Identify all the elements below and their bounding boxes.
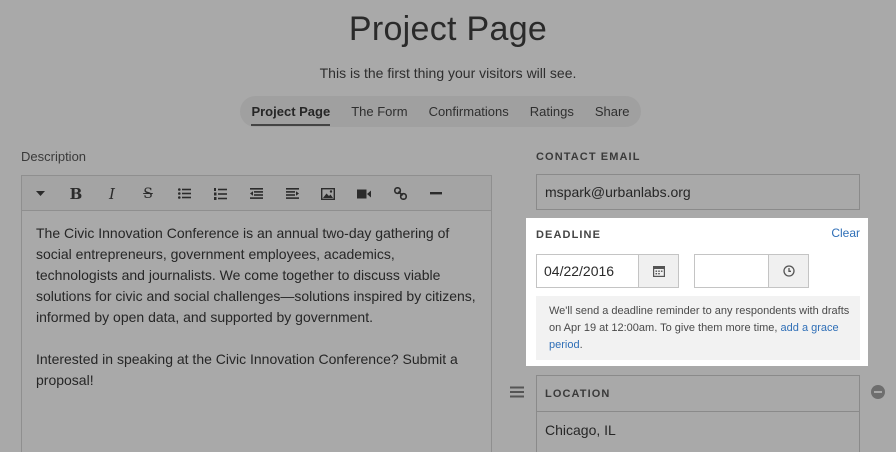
indent-icon[interactable] (279, 176, 305, 211)
page-subtitle: This is the first thing your visitors wi… (319, 65, 577, 81)
tab-the-form[interactable]: The Form (351, 104, 407, 120)
tab-ratings[interactable]: Ratings (530, 104, 574, 120)
numbered-list-icon[interactable] (207, 176, 233, 211)
location-field-group: LOCATION Chicago, IL (536, 375, 860, 452)
editor-content[interactable]: The Civic Innovation Conference is an an… (22, 211, 491, 391)
deadline-label: DEADLINE (536, 229, 602, 241)
location-label: LOCATION (545, 387, 611, 400)
video-icon[interactable] (351, 176, 377, 211)
clear-deadline-link[interactable]: Clear (831, 226, 860, 240)
calendar-icon[interactable] (638, 255, 678, 287)
page-title: Project Page (348, 10, 548, 48)
description-paragraph: Interested in speaking at the Civic Inno… (36, 351, 458, 388)
italic-icon[interactable]: I (99, 176, 125, 211)
tab-confirmations[interactable]: Confirmations (429, 104, 509, 120)
dropdown-caret-icon[interactable] (27, 176, 53, 211)
deadline-date-value[interactable]: 04/22/2016 (537, 255, 638, 287)
tab-share[interactable]: Share (595, 104, 630, 120)
description-editor: B I S The Civic Innovation Conference is… (21, 175, 492, 452)
deadline-reminder-notice: We'll send a deadline reminder to any re… (536, 296, 860, 360)
deadline-panel: DEADLINE Clear 04/22/2016 We'll send a d… (526, 218, 868, 366)
clock-icon[interactable] (768, 255, 808, 287)
deadline-time-field[interactable] (694, 254, 809, 288)
location-header: LOCATION (537, 376, 859, 412)
location-field[interactable]: Chicago, IL (537, 412, 859, 448)
image-icon[interactable] (315, 176, 341, 211)
deadline-time-value[interactable] (695, 255, 768, 287)
contact-email-field[interactable]: mspark@urbanlabs.org (536, 174, 860, 210)
remove-field-icon[interactable] (871, 385, 885, 399)
horizontal-rule-icon[interactable] (423, 176, 449, 211)
description-label: Description (21, 149, 87, 164)
description-paragraph: The Civic Innovation Conference is an an… (36, 225, 476, 325)
tab-bar: Project Page The Form Confirmations Rati… (240, 96, 641, 127)
contact-email-label: CONTACT EMAIL (536, 151, 641, 163)
link-icon[interactable] (387, 176, 413, 211)
outdent-icon[interactable] (243, 176, 269, 211)
deadline-date-field[interactable]: 04/22/2016 (536, 254, 679, 288)
bold-icon[interactable]: B (63, 176, 89, 211)
notice-end: . (579, 339, 583, 351)
drag-handle-icon[interactable] (510, 385, 526, 399)
tab-project-page[interactable]: Project Page (251, 104, 330, 126)
bullet-list-icon[interactable] (171, 176, 197, 211)
strikethrough-icon[interactable]: S (135, 176, 161, 211)
editor-toolbar: B I S (22, 176, 491, 211)
